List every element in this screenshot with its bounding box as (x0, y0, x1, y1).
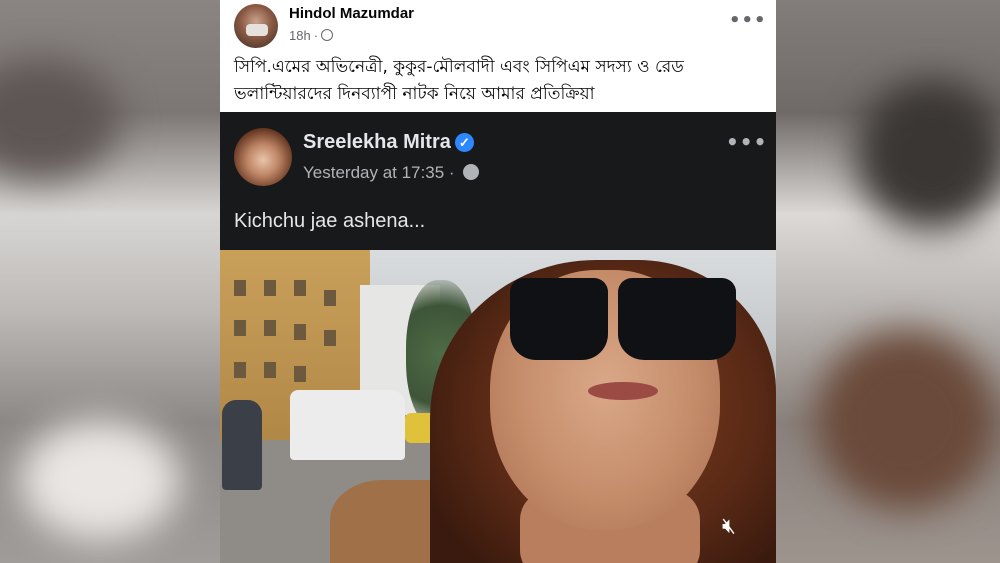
embedded-timestamp: Yesterday at 17:35 · (303, 163, 480, 183)
lips (588, 382, 658, 400)
verified-badge-icon: ✓ (454, 133, 474, 152)
embedded-author-label: Sreelekha Mitra (303, 131, 451, 153)
blurred-background-right (776, 0, 1000, 563)
globe-icon (321, 29, 334, 41)
embedded-author-name: Sreelekha Mitra ✓ (303, 131, 474, 154)
blurred-background-left (0, 0, 220, 563)
embedded-time-label: Yesterday at 17:35 (303, 163, 445, 182)
globe-icon (463, 164, 480, 180)
sunglasses-left-lens (510, 278, 608, 360)
post-photo[interactable]: 🔇︎ (220, 250, 776, 563)
more-options-icon: ••• (726, 130, 768, 154)
more-options-icon[interactable]: ••• (729, 10, 767, 31)
embedded-post-text: Kichchu jae ashena... (234, 210, 426, 232)
post-time[interactable]: 18h (289, 28, 311, 43)
speaker-muted-icon[interactable]: 🔇︎ (722, 514, 758, 544)
cyclist (222, 400, 262, 490)
author-name[interactable]: Hindol Mazumdar (289, 5, 414, 22)
separator: · (448, 163, 455, 182)
van (290, 390, 405, 460)
post-text: সিপি.এমের অভিনেত্রী, কুকুর-মৌলবাদী এবং স… (234, 57, 684, 104)
sunglasses-right-lens (618, 278, 736, 360)
embedded-author-avatar (234, 128, 292, 186)
separator: · (313, 28, 319, 43)
author-avatar[interactable] (234, 4, 278, 48)
embedded-post-screenshot: Sreelekha Mitra ✓ Yesterday at 17:35 · ••… (220, 112, 776, 563)
post-timestamp[interactable]: 18h · (289, 28, 334, 43)
facebook-post: Hindol Mazumdar 18h · ••• সিপি.এমের অভিনে… (220, 0, 776, 563)
post-header: Hindol Mazumdar 18h · ••• (220, 0, 776, 50)
